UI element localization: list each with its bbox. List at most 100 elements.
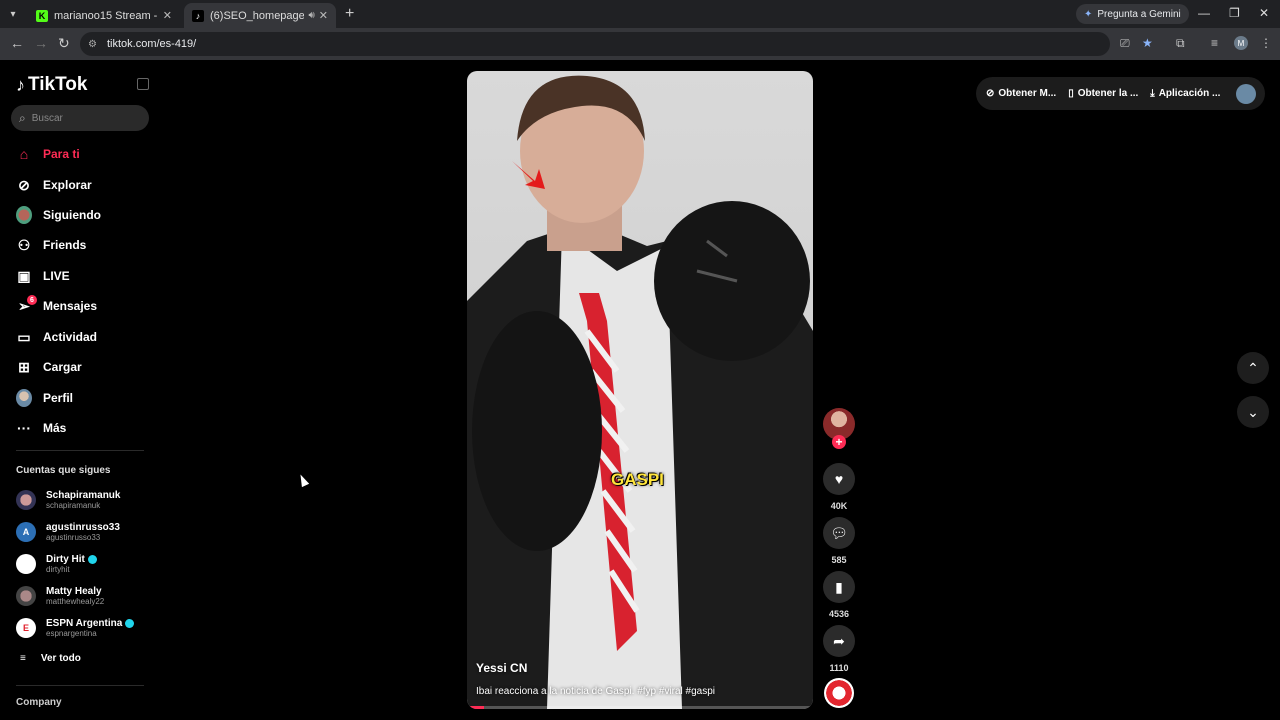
site-info-icon[interactable]: ⚙: [88, 39, 97, 50]
account-item[interactable]: Matty Healy matthewhealy22: [16, 583, 104, 609]
gemini-button[interactable]: ✦ Pregunta a Gemini: [1076, 4, 1189, 24]
nav-mensajes[interactable]: ➢ 6 Mensajes: [16, 295, 97, 317]
compass-icon: ⊘: [18, 176, 30, 193]
get-coins-label: Obtener M...: [998, 88, 1057, 99]
account-name: Dirty Hit: [46, 553, 85, 565]
account-avatar: E: [16, 618, 36, 638]
like-button[interactable]: ♥: [823, 463, 855, 495]
account-avatar: A: [16, 522, 36, 542]
account-item[interactable]: A agustinrusso33 agustinrusso33: [16, 519, 120, 545]
user-avatar[interactable]: [1236, 83, 1256, 104]
video-player[interactable]: GASPI Yessi CN Ibai reacciona a la notic…: [467, 71, 813, 709]
desktop-app-label: Aplicación ...: [1158, 88, 1221, 99]
get-app-button[interactable]: ▯ Obtener la ...: [1068, 88, 1138, 99]
video-description: Ibai reacciona a la noticia de Gaspi. #f…: [476, 686, 716, 697]
share-button[interactable]: ➦: [823, 625, 855, 657]
nav-label: Perfil: [43, 391, 74, 405]
account-handle: dirtyhit: [46, 564, 70, 574]
save-count: 4536: [828, 609, 850, 619]
back-icon[interactable]: ←: [10, 35, 24, 51]
upload-icon: ⊞: [18, 358, 30, 375]
brand-name: TikTok: [28, 74, 88, 95]
account-avatar: [16, 554, 36, 574]
music-disc[interactable]: [824, 678, 854, 708]
account-handle: schapiramanuk: [46, 500, 101, 510]
browser-profile-avatar[interactable]: M: [1234, 36, 1248, 50]
desktop-app-button[interactable]: ⤓ Aplicación ...: [1150, 88, 1220, 99]
close-tab-icon[interactable]: ✕: [319, 9, 328, 22]
video-author[interactable]: Yessi CN: [476, 661, 527, 675]
save-button[interactable]: ▮: [823, 571, 855, 603]
account-item[interactable]: Schapiramanuk schapiramanuk: [16, 487, 120, 513]
nav-explorar[interactable]: ⊘ Explorar: [16, 174, 92, 196]
mouse-cursor: [296, 472, 310, 488]
browser-tab-tiktok[interactable]: ♪ (6)SEO_homepage_title 🔊︎ ✕: [184, 3, 336, 28]
tiktok-logo[interactable]: ♪ TikTok: [16, 74, 87, 96]
install-app-icon[interactable]: ⎚: [1120, 36, 1130, 51]
nav-label: Siguiendo: [43, 208, 101, 222]
nav-friends[interactable]: ⚇ Friends: [16, 234, 87, 256]
close-window-icon[interactable]: ✕: [1259, 6, 1269, 20]
nav-mas[interactable]: ··· Más: [16, 417, 66, 439]
reload-icon[interactable]: ↻: [58, 35, 70, 52]
phone-icon: ▯: [1068, 88, 1074, 99]
comment-count: 585: [831, 555, 847, 565]
activity-icon: ▭: [17, 328, 31, 345]
browser-menu-icon[interactable]: ⋮: [1260, 36, 1272, 50]
live-icon: ▣: [17, 267, 31, 284]
sidebar: ♪ TikTok ⌕ Buscar ⌂ Para ti ⊘ Explorar S…: [0, 60, 160, 720]
collapse-sidebar-icon[interactable]: [137, 78, 149, 90]
home-icon: ⌂: [19, 146, 29, 162]
nav-label: Friends: [43, 238, 87, 252]
share-icon: ➦: [833, 632, 845, 649]
account-handle: matthewhealy22: [46, 596, 105, 606]
account-item[interactable]: E ESPN Argentina espnargentina: [16, 615, 135, 641]
video-progress-bar[interactable]: [467, 706, 813, 709]
search-input[interactable]: ⌕ Buscar: [11, 105, 149, 131]
tab-search-icon[interactable]: ▾: [4, 5, 22, 23]
browser-tab-kick[interactable]: K marianoo15 Stream - Watch Live ✕: [28, 3, 180, 28]
get-coins-button[interactable]: ⊘ Obtener M...: [986, 88, 1056, 99]
minimize-icon[interactable]: —: [1198, 6, 1210, 20]
forward-icon[interactable]: →: [34, 35, 48, 51]
chevron-up-icon: ⌃: [1247, 359, 1259, 376]
nav-live[interactable]: ▣ LIVE: [16, 265, 69, 287]
previous-video-button[interactable]: ⌃: [1237, 352, 1269, 384]
speaker-icon[interactable]: 🔊︎: [308, 10, 314, 21]
chevron-down-icon: ⌄: [1247, 403, 1259, 420]
top-actions-bar: ⊘ Obtener M... ▯ Obtener la ... ⤓ Aplicació…: [976, 77, 1265, 110]
divider: [16, 450, 144, 451]
browser-tab-bar: ▾ K marianoo15 Stream - Watch Live ✕ ♪ (…: [0, 0, 1280, 28]
url-text: tiktok.com/es-419/: [106, 38, 197, 50]
nav-label: Más: [43, 421, 67, 435]
bookmark-star-icon[interactable]: ★: [1142, 36, 1153, 50]
gemini-icon: ✦: [1084, 8, 1093, 20]
restore-icon[interactable]: ❐: [1229, 6, 1240, 20]
company-link[interactable]: Company: [16, 697, 62, 708]
coin-icon: ⊘: [986, 88, 995, 99]
comment-button[interactable]: 💬︎: [823, 517, 855, 549]
account-name: ESPN Argentina: [46, 617, 123, 629]
gemini-label: Pregunta a Gemini: [1097, 8, 1181, 20]
download-icon: ⤓: [1150, 88, 1155, 99]
extensions-icon[interactable]: ⧉: [1176, 36, 1185, 51]
nav-para-ti[interactable]: ⌂ Para ti: [16, 143, 80, 165]
profile-avatar: [16, 389, 32, 407]
nav-cargar[interactable]: ⊞ Cargar: [16, 356, 82, 378]
share-count: 1110: [829, 663, 849, 673]
url-field[interactable]: ⚙ tiktok.com/es-419/: [80, 32, 1110, 56]
nav-actividad[interactable]: ▭ Actividad: [16, 326, 97, 348]
like-count: 40K: [830, 501, 848, 511]
new-tab-button[interactable]: +: [345, 5, 354, 23]
see-all-button[interactable]: ≡ Ver todo: [20, 653, 81, 664]
kick-favicon-icon: K: [36, 9, 48, 22]
account-item[interactable]: Dirty Hit dirtyhit: [16, 551, 97, 577]
nav-perfil[interactable]: Perfil: [16, 387, 73, 409]
close-tab-icon[interactable]: ✕: [163, 9, 172, 22]
nav-label: Mensajes: [43, 299, 98, 313]
follow-button[interactable]: +: [832, 435, 846, 449]
nav-siguiendo[interactable]: Siguiendo: [16, 204, 101, 226]
media-control-icon[interactable]: ≡: [1211, 36, 1218, 50]
account-name: Schapiramanuk: [46, 489, 121, 501]
next-video-button[interactable]: ⌄: [1237, 396, 1269, 428]
